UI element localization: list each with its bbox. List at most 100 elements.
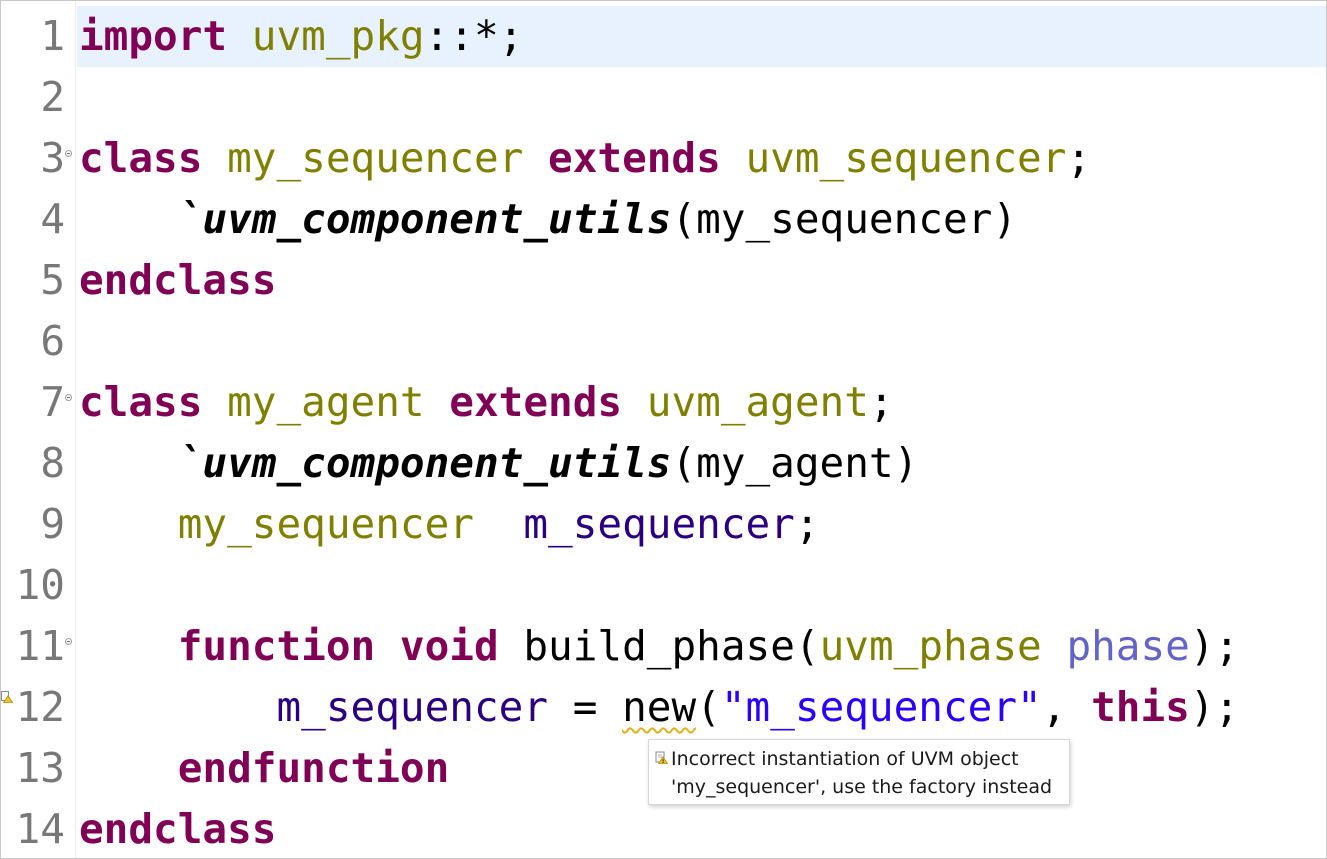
code-text[interactable] bbox=[77, 555, 1326, 616]
code-token: my_agent bbox=[227, 378, 425, 426]
code-token: "m_sequencer" bbox=[720, 683, 1042, 731]
code-token: uvm_agent bbox=[646, 378, 869, 426]
code-token: (my_agent) bbox=[671, 439, 919, 487]
code-token: void bbox=[399, 622, 499, 670]
code-text[interactable]: endclass bbox=[77, 799, 1326, 858]
line-number: 9 bbox=[40, 500, 65, 548]
code-token: m_sequencer bbox=[276, 683, 549, 731]
line-number: 4 bbox=[40, 195, 65, 243]
tooltip-line-2: 'my_sequencer', use the factory instead bbox=[671, 776, 1053, 798]
code-token: (my_sequencer) bbox=[671, 195, 1018, 243]
code-token: ; bbox=[794, 500, 820, 548]
code-line[interactable]: 9 my_sequencer m_sequencer; bbox=[1, 494, 1326, 555]
code-text[interactable] bbox=[77, 67, 1326, 128]
code-token: uvm_sequencer bbox=[745, 134, 1067, 182]
code-token: , bbox=[1041, 683, 1092, 731]
fold-toggle-icon[interactable] bbox=[65, 394, 72, 401]
line-number: 11 bbox=[15, 622, 65, 670]
code-token: extends bbox=[449, 378, 623, 426]
code-line[interactable]: 3 class my_sequencer extends uvm_sequence… bbox=[1, 128, 1326, 189]
code-editor[interactable]: 1 import uvm_pkg::*; 2 3 class my_sequencer … bbox=[0, 0, 1327, 859]
code-line[interactable]: 12 m_sequencer = new("m_sequencer", this… bbox=[1, 677, 1326, 738]
code-token: endclass bbox=[79, 256, 277, 304]
line-number: 3 bbox=[40, 134, 65, 182]
code-line[interactable]: 5 endclass bbox=[1, 250, 1326, 311]
line-number: 10 bbox=[15, 561, 65, 609]
tooltip-line-1: Incorrect instantiation of UVM object bbox=[671, 748, 1019, 770]
code-token: uvm_phase bbox=[819, 622, 1042, 670]
code-token: endfunction bbox=[177, 744, 450, 792]
code-text[interactable]: m_sequencer = new("m_sequencer", this); bbox=[77, 677, 1326, 738]
code-token: this bbox=[1091, 683, 1190, 731]
code-token: import bbox=[79, 12, 228, 60]
code-token: ); bbox=[1189, 683, 1240, 731]
code-line[interactable]: 7 class my_agent extends uvm_agent; bbox=[1, 372, 1326, 433]
line-number: 7 bbox=[40, 378, 65, 426]
code-line[interactable]: 11 function void build_phase(uvm_phase p… bbox=[1, 616, 1326, 677]
line-number: 5 bbox=[40, 256, 65, 304]
code-text[interactable] bbox=[77, 311, 1326, 372]
line-number: 8 bbox=[40, 439, 65, 487]
warning-squiggle-token: new bbox=[622, 683, 697, 731]
code-text[interactable]: import uvm_pkg::*; bbox=[77, 6, 1326, 67]
code-line[interactable]: 8 `uvm_component_utils(my_agent) bbox=[1, 433, 1326, 494]
code-text[interactable]: `uvm_component_utils(my_sequencer) bbox=[77, 189, 1326, 250]
code-token: uvm_pkg bbox=[251, 12, 425, 60]
code-token: ; bbox=[868, 378, 894, 426]
line-number: 13 bbox=[15, 744, 65, 792]
code-token: ); bbox=[1189, 622, 1240, 670]
code-token: my_sequencer bbox=[227, 134, 524, 182]
code-token: `uvm_component_utils bbox=[177, 195, 672, 243]
code-text[interactable]: function void build_phase(uvm_phase phas… bbox=[77, 616, 1326, 677]
code-token: `uvm_component_utils bbox=[177, 439, 672, 487]
code-text[interactable]: endclass bbox=[77, 250, 1326, 311]
code-token: ( bbox=[696, 683, 721, 731]
line-number: 1 bbox=[40, 12, 65, 60]
line-number: 14 bbox=[15, 805, 65, 853]
code-token: = bbox=[548, 683, 623, 731]
code-text[interactable]: `uvm_component_utils(my_agent) bbox=[77, 433, 1326, 494]
code-line[interactable]: 4 `uvm_component_utils(my_sequencer) bbox=[1, 189, 1326, 250]
code-text[interactable]: class my_sequencer extends uvm_sequencer… bbox=[77, 128, 1326, 189]
code-token: m_sequencer bbox=[523, 500, 795, 548]
code-line[interactable]: 1 import uvm_pkg::*; bbox=[1, 6, 1326, 67]
code-token: phase bbox=[1066, 622, 1190, 670]
line-number: 12 bbox=[15, 683, 65, 731]
hover-tooltip: Incorrect instantiation of UVM object 'm… bbox=[648, 739, 1070, 805]
fold-toggle-icon[interactable] bbox=[65, 150, 72, 157]
code-text[interactable]: class my_agent extends uvm_agent; bbox=[77, 372, 1326, 433]
code-token: endclass bbox=[79, 805, 277, 853]
line-number: 6 bbox=[40, 317, 65, 365]
warning-marker-icon[interactable] bbox=[1, 691, 13, 703]
code-text[interactable]: my_sequencer m_sequencer; bbox=[77, 494, 1326, 555]
code-token: my_sequencer bbox=[177, 500, 474, 548]
code-token: ; bbox=[1066, 134, 1092, 182]
code-line[interactable]: 14 endclass bbox=[1, 799, 1326, 858]
code-token: function bbox=[177, 622, 376, 670]
code-line[interactable]: 6 bbox=[1, 311, 1326, 372]
code-token: ::*; bbox=[424, 12, 524, 60]
warning-icon bbox=[655, 751, 668, 764]
code-token: extends bbox=[548, 134, 721, 182]
code-line[interactable]: 2 bbox=[1, 67, 1326, 128]
code-line[interactable]: 10 bbox=[1, 555, 1326, 616]
code-token: class bbox=[79, 378, 203, 426]
code-token: build_phase( bbox=[498, 622, 820, 670]
fold-toggle-icon[interactable] bbox=[65, 638, 72, 645]
